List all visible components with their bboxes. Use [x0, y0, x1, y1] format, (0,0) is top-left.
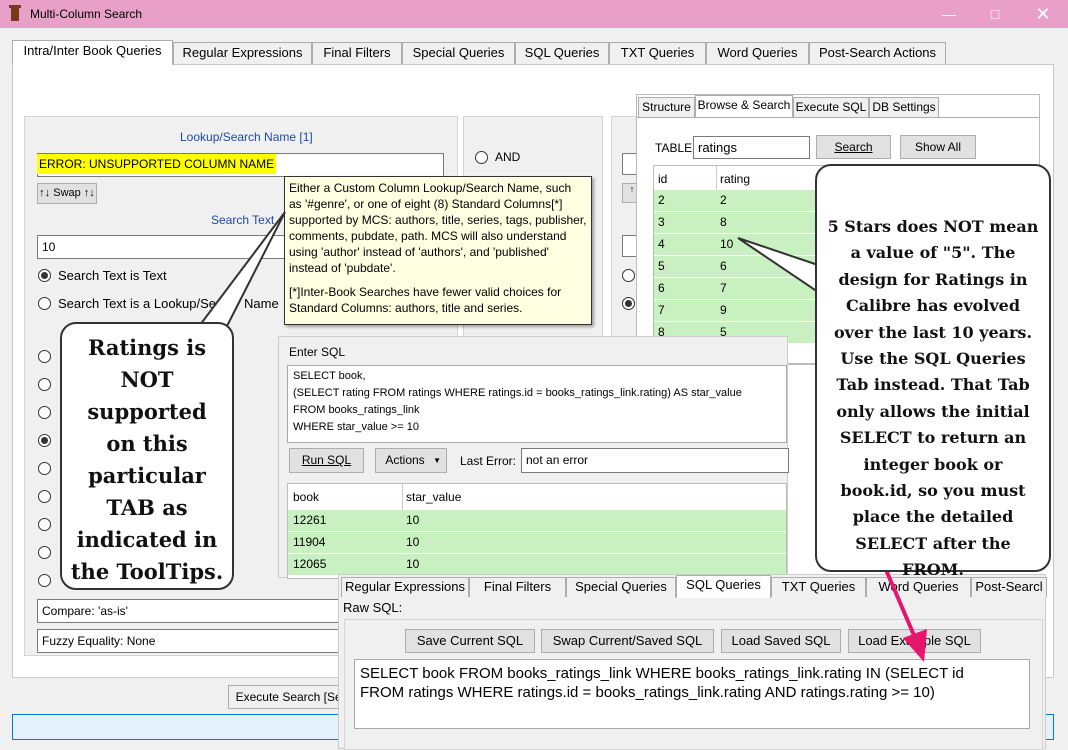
tab-post-search[interactable]: Post-Search Actions — [809, 42, 946, 64]
compare-select[interactable]: Compare: 'as-is' — [37, 599, 357, 623]
swap-sql-button[interactable]: Swap Current/Saved SQL — [541, 629, 714, 653]
swap-button[interactable]: ↑↓ Swap ↑↓ — [37, 183, 97, 204]
tab-sql-queries[interactable]: SQL Queries — [515, 42, 609, 64]
tab-word-queries[interactable]: Word Queries — [706, 42, 809, 64]
show-all-button[interactable]: Show All — [900, 135, 976, 159]
close-button[interactable]: ✕ — [1020, 0, 1066, 28]
window-title: Multi-Column Search — [30, 7, 143, 21]
dropdown-arrow-icon: ▼ — [433, 456, 441, 465]
right-radio-1[interactable] — [622, 269, 635, 282]
search-text-label: Search Text — [211, 213, 275, 227]
sql-queries-panel: Regular Expressions Final Filters Specia… — [338, 574, 1047, 750]
last-error-field[interactable]: not an error — [521, 448, 789, 473]
raw-sql-label: Raw SQL: — [343, 600, 403, 615]
execute-search-button[interactable]: Execute Search [Sel — [228, 685, 352, 709]
actions-button[interactable]: Actions ▼ — [375, 448, 447, 473]
app-icon — [9, 5, 21, 21]
db-tab-browse[interactable]: Browse & Search — [695, 95, 793, 117]
sub-tab-sql-queries[interactable]: SQL Queries — [676, 575, 771, 598]
load-example-sql-button[interactable]: Load Example SQL — [848, 629, 981, 653]
radio-option-5[interactable] — [38, 462, 51, 475]
lookup-tooltip: Either a Custom Column Lookup/Search Nam… — [284, 176, 592, 325]
title-bar: Multi-Column Search — □ ✕ — [0, 0, 1068, 28]
sub-tab-post-search[interactable]: Post-Searcl — [971, 577, 1047, 597]
db-tab-execute[interactable]: Execute SQL — [793, 97, 869, 117]
db-tab-settings[interactable]: DB Settings — [869, 97, 939, 117]
table-label: TABLE — [655, 141, 693, 155]
tooltip-main-text: Either a Custom Column Lookup/Search Nam… — [289, 181, 587, 275]
lookup-label: Lookup/Search Name [1] — [180, 130, 313, 144]
radio-lookup-label: Search Text is a Lookup/Sear — [58, 296, 228, 311]
sql-editor[interactable]: SELECT book, (SELECT rating FROM ratings… — [287, 365, 787, 443]
db-tab-structure[interactable]: Structure — [638, 97, 695, 117]
sql-results-grid: book star_value 12261 10 11904 10 12065 10 — [287, 483, 787, 579]
tab-intra-inter[interactable]: Intra/Inter Book Queries — [12, 40, 173, 65]
radio-option-3[interactable] — [38, 406, 51, 419]
tab-final-filters[interactable]: Final Filters — [312, 42, 402, 64]
radio-lookup[interactable] — [38, 297, 51, 310]
radio-text[interactable] — [38, 269, 51, 282]
right-radio-2[interactable] — [622, 297, 635, 310]
radio-option-2[interactable] — [38, 378, 51, 391]
col-id-header: id — [658, 172, 668, 186]
table-row[interactable]: 12261 10 — [288, 510, 786, 532]
minimize-button[interactable]: — — [926, 0, 972, 28]
radio-text-label: Search Text is Text — [58, 268, 167, 283]
last-error-label: Last Error: — [460, 454, 517, 468]
sql-window: Enter SQL SELECT book, (SELECT rating FR… — [278, 336, 789, 579]
col-rating-header: rating — [720, 172, 751, 186]
radio-option-8[interactable] — [38, 546, 51, 559]
raw-sql-editor[interactable]: SELECT book FROM books_ratings_link WHER… — [354, 659, 1030, 729]
tab-txt-queries[interactable]: TXT Queries — [609, 42, 706, 64]
radio-option-4[interactable] — [38, 434, 51, 447]
enter-sql-label: Enter SQL — [289, 345, 346, 359]
fuzzy-select[interactable]: Fuzzy Equality: None — [37, 629, 357, 653]
tooltip-note-text: [*]Inter-Book Searches have fewer valid … — [289, 285, 562, 315]
radio-option-6[interactable] — [38, 490, 51, 503]
run-sql-button[interactable]: Run SQL — [289, 448, 364, 473]
right-callout: 5 Stars does NOT mean a value of "5". Th… — [815, 164, 1051, 579]
and-label: AND — [495, 150, 521, 164]
col-star-value-header: star_value — [406, 490, 462, 504]
radio-option-9[interactable] — [38, 574, 51, 587]
radio-and[interactable] — [475, 151, 488, 164]
radio-option-7[interactable] — [38, 518, 51, 531]
tab-regex[interactable]: Regular Expressions — [173, 42, 312, 64]
radio-lookup-label-tail: Name — [244, 296, 279, 311]
maximize-button[interactable]: □ — [972, 0, 1018, 28]
sub-tab-final-filters[interactable]: Final Filters — [469, 577, 566, 597]
col-book-header: book — [293, 490, 320, 504]
load-saved-sql-button[interactable]: Load Saved SQL — [721, 629, 841, 653]
db-search-button[interactable]: Search — [816, 135, 891, 159]
table-row[interactable]: 11904 10 — [288, 532, 786, 554]
radio-option-1[interactable] — [38, 350, 51, 363]
lookup-value: ERROR: UNSUPPORTED COLUMN NAME — [37, 154, 277, 174]
sub-tab-special-queries[interactable]: Special Queries — [566, 577, 676, 597]
left-callout: Ratings is NOT supported on this particu… — [60, 322, 234, 590]
table-input[interactable]: ratings — [693, 136, 810, 159]
sub-tab-regex[interactable]: Regular Expressions — [341, 577, 469, 597]
table-row[interactable]: 12065 10 — [288, 554, 786, 576]
save-current-sql-button[interactable]: Save Current SQL — [405, 629, 535, 653]
sub-tab-txt-queries[interactable]: TXT Queries — [771, 577, 866, 597]
tab-special-queries[interactable]: Special Queries — [402, 42, 515, 64]
